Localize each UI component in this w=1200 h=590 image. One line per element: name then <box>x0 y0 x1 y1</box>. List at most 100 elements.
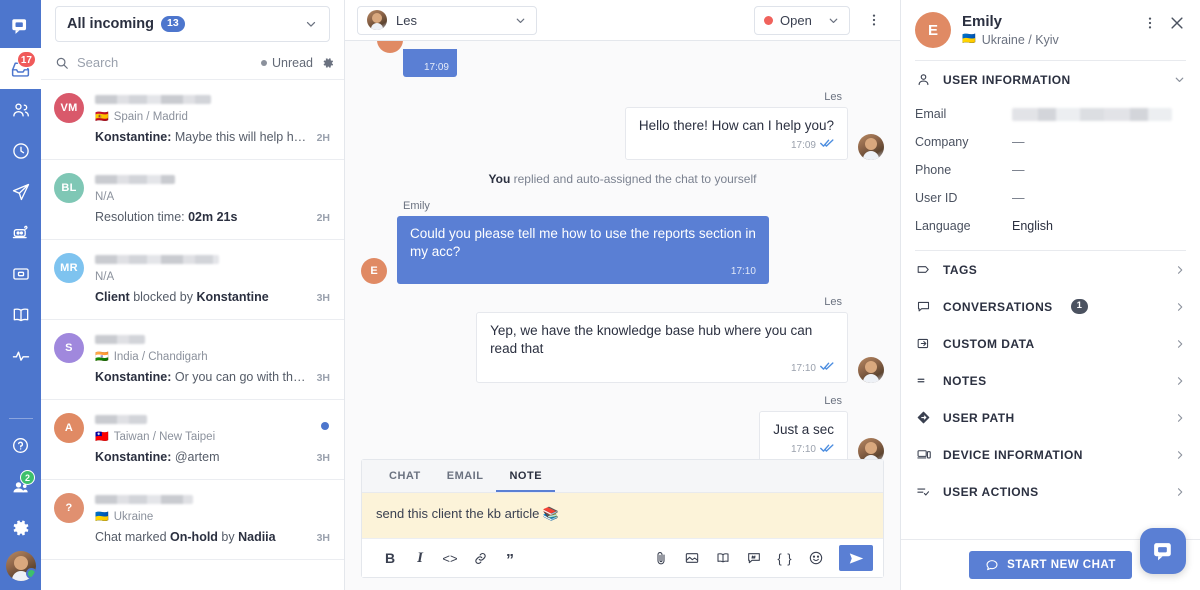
section-label: NOTES <box>943 373 987 388</box>
sidebar-item-team[interactable]: 2 <box>0 466 41 507</box>
quote-icon[interactable]: ” <box>496 545 524 571</box>
list-settings-gear-icon[interactable] <box>321 56 335 70</box>
section-custom-data[interactable]: CUSTOM DATA <box>901 325 1200 362</box>
message-time: 17:10 <box>730 265 756 277</box>
panel-more-options-icon[interactable] <box>1142 15 1158 31</box>
unread-indicator <box>321 422 329 430</box>
chat-more-options-icon[interactable] <box>860 12 888 28</box>
message-text: Hello there! How can I help you? <box>638 118 834 133</box>
section-user-path[interactable]: USER PATH <box>901 399 1200 436</box>
section-label: USER ACTIONS <box>943 484 1039 499</box>
assignee-dropdown[interactable]: Les <box>357 5 537 35</box>
user-info-row: Language English <box>915 212 1186 240</box>
emoji-icon[interactable] <box>802 545 830 571</box>
rail-divider <box>8 418 33 419</box>
sidebar-item-analytics[interactable] <box>0 335 41 376</box>
search-input[interactable] <box>77 55 253 70</box>
chat-header: Les Open <box>345 0 900 41</box>
sidebar-item-archive[interactable] <box>0 253 41 294</box>
conversation-list-item[interactable]: ? 🇺🇦 Ukraine Chat marked On-hold by Nadiia 3… <box>41 480 344 560</box>
section-tags[interactable]: TAGS <box>901 251 1200 288</box>
conversation-preview: Konstantine: Maybe this will help http… <box>95 130 309 144</box>
section-user-actions[interactable]: USER ACTIONS <box>901 473 1200 510</box>
unread-dot-icon <box>261 59 267 66</box>
composer-tab-note[interactable]: NOTE <box>496 460 556 492</box>
message-row: Just a sec 17:10 <box>361 411 884 459</box>
chat-status-dropdown[interactable]: Open <box>754 5 850 35</box>
sidebar-item-knowledge-base[interactable] <box>0 294 41 335</box>
online-status-dot <box>25 567 36 579</box>
attachment-icon[interactable] <box>647 545 675 571</box>
image-icon[interactable] <box>678 545 706 571</box>
conversation-list-item[interactable]: BL N/A Resolution time: 02m 21s 2H <box>41 160 344 240</box>
sidebar-item-settings[interactable] <box>0 507 41 548</box>
message-composer: CHAT EMAIL NOTE send this client the kb ar… <box>361 459 884 578</box>
section-conversations[interactable]: CONVERSATIONS 1 <box>901 288 1200 325</box>
sidebar-item-campaigns[interactable] <box>0 171 41 212</box>
canned-response-icon[interactable] <box>740 545 768 571</box>
conversation-location: N/A <box>95 271 330 283</box>
sidebar-item-inbox[interactable]: 17 <box>0 48 41 89</box>
conversation-preview-row: Resolution time: 02m 21s 2H <box>95 210 330 224</box>
conversation-list[interactable]: VM 🇪🇸 Spain / Madrid Konstantine: Maybe thi… <box>41 80 344 590</box>
section-badge: 1 <box>1070 299 1088 314</box>
composer-textarea[interactable]: send this client the kb article 📚 <box>362 493 883 538</box>
close-icon[interactable] <box>1168 14 1186 32</box>
user-info-value: — <box>1012 191 1025 205</box>
message-row: E Could you please tell me how to use the… <box>361 216 884 284</box>
current-user-avatar[interactable] <box>0 548 41 586</box>
user-info-row: Phone — <box>915 156 1186 184</box>
user-location-label: Ukraine / Kyiv <box>981 32 1059 47</box>
conversation-body: 🇺🇦 Ukraine Chat marked On-hold by Nadiia 3H <box>95 491 330 548</box>
read-receipt-icon <box>820 361 834 376</box>
message-time: 17:10 <box>790 363 816 375</box>
conversation-list-item[interactable]: MR N/A Client blocked by Konstantine 3H <box>41 240 344 320</box>
knowledge-base-icon[interactable] <box>709 545 737 571</box>
sidebar-item-help[interactable] <box>0 425 41 466</box>
message-group: Les Just a sec 17:10 <box>361 395 884 459</box>
message-meta: 17:10 <box>490 361 834 376</box>
inbox-filter-dropdown[interactable]: All incoming 13 <box>55 6 330 42</box>
conversation-preview-row: Chat marked On-hold by Nadiia 3H <box>95 530 330 544</box>
sidebar-item-contacts[interactable] <box>0 89 41 130</box>
inbox-filter-count: 13 <box>161 16 185 32</box>
diamond-arrow-icon <box>915 410 932 425</box>
chevron-right-icon <box>1174 301 1186 313</box>
search-icon <box>55 56 69 70</box>
conversation-time: 3H <box>316 532 330 544</box>
send-button[interactable] <box>839 545 873 571</box>
inbox-unread-badge: 17 <box>16 51 36 68</box>
conversation-list-item[interactable]: S 🇮🇳 India / Chandigarh Konstantine: Or you… <box>41 320 344 400</box>
avatar: E <box>361 258 387 284</box>
message-group: Les Yep, we have the knowledge base hub w… <box>361 296 884 384</box>
avatar[interactable] <box>5 550 36 581</box>
speech-bubble-icon <box>915 299 932 314</box>
conversation-list-item[interactable]: A 🇹🇼 Taiwan / New Taipei Konstantine: @arte… <box>41 400 344 480</box>
unread-filter-toggle[interactable]: Unread <box>261 56 313 70</box>
variables-icon[interactable]: { } <box>771 545 799 571</box>
section-device-information[interactable]: DEVICE INFORMATION <box>901 436 1200 473</box>
assignee-avatar <box>367 10 387 30</box>
italic-icon[interactable]: I <box>406 545 434 571</box>
sidebar-item-chatbots[interactable] <box>0 212 41 253</box>
link-icon[interactable] <box>466 545 494 571</box>
message-bubble: Hello there! How can I help you? 17:09 <box>624 107 848 161</box>
section-notes[interactable]: NOTES <box>901 362 1200 399</box>
section-user-information[interactable]: USER INFORMATION <box>901 61 1200 98</box>
message-thread[interactable]: 17:09 Les Hello there! How can I help you?… <box>345 41 900 459</box>
detail-sections: TAGS CONVERSATIONS 1 CUSTOM DATA NOTES USER P… <box>901 251 1200 510</box>
composer-tab-chat[interactable]: CHAT <box>376 460 434 492</box>
avatar: BL <box>54 173 84 203</box>
start-new-chat-button[interactable]: START NEW CHAT <box>969 551 1132 579</box>
bold-icon[interactable]: B <box>376 545 404 571</box>
conversation-list-item[interactable]: VM 🇪🇸 Spain / Madrid Konstantine: Maybe thi… <box>41 80 344 160</box>
sidebar-item-history[interactable] <box>0 130 41 171</box>
app-logo-icon[interactable] <box>0 6 41 48</box>
composer-tab-email[interactable]: EMAIL <box>434 460 497 492</box>
user-icon <box>915 72 932 87</box>
code-icon[interactable]: <> <box>436 545 464 571</box>
conversation-body: N/A Client blocked by Konstantine 3H <box>95 251 330 308</box>
section-label: CONVERSATIONS <box>943 299 1053 314</box>
conversation-preview: Resolution time: 02m 21s <box>95 210 238 224</box>
chat-widget-fab[interactable] <box>1140 528 1186 574</box>
